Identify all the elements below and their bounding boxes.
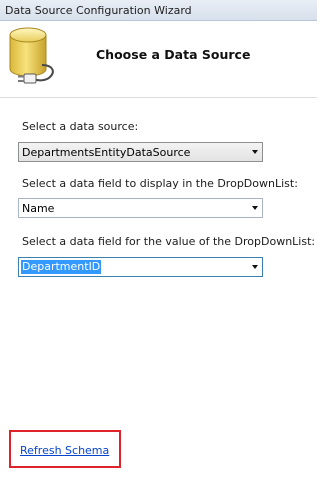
display-field-dropdown[interactable]: Name xyxy=(18,198,263,218)
value-field-value: DepartmentID xyxy=(21,260,102,274)
display-field-label: Select a data field to display in the Dr… xyxy=(22,177,298,190)
window-title: Data Source Configuration Wizard xyxy=(5,4,192,17)
page-heading: Choose a Data Source xyxy=(96,47,251,62)
chevron-down-icon xyxy=(252,265,258,269)
title-bar: Data Source Configuration Wizard xyxy=(0,0,317,21)
display-field-value: Name xyxy=(22,202,55,215)
value-field-dropdown[interactable]: DepartmentID xyxy=(18,257,263,277)
wizard-body: Select a data source: DepartmentsEntityD… xyxy=(0,98,317,480)
value-field-label: Select a data field for the value of the… xyxy=(22,235,316,248)
data-source-dropdown[interactable]: DepartmentsEntityDataSource xyxy=(18,142,263,162)
database-plug-icon xyxy=(9,27,54,84)
refresh-schema-highlight: Refresh Schema xyxy=(9,430,121,468)
data-source-value: DepartmentsEntityDataSource xyxy=(22,146,191,159)
wizard-window: Data Source Configuration Wizard Choose … xyxy=(0,0,317,480)
wizard-header: Choose a Data Source xyxy=(0,21,317,98)
chevron-down-icon xyxy=(252,150,258,154)
data-source-label: Select a data source: xyxy=(22,120,139,133)
chevron-down-icon xyxy=(252,206,258,210)
refresh-schema-link[interactable]: Refresh Schema xyxy=(20,444,109,457)
